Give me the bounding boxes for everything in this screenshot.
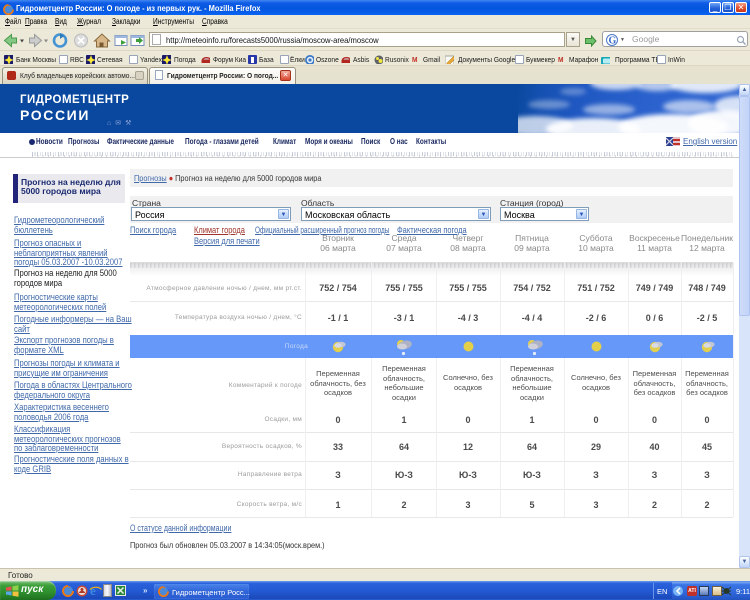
svg-text:G: G — [609, 36, 617, 47]
svg-text:e: e — [90, 584, 96, 597]
